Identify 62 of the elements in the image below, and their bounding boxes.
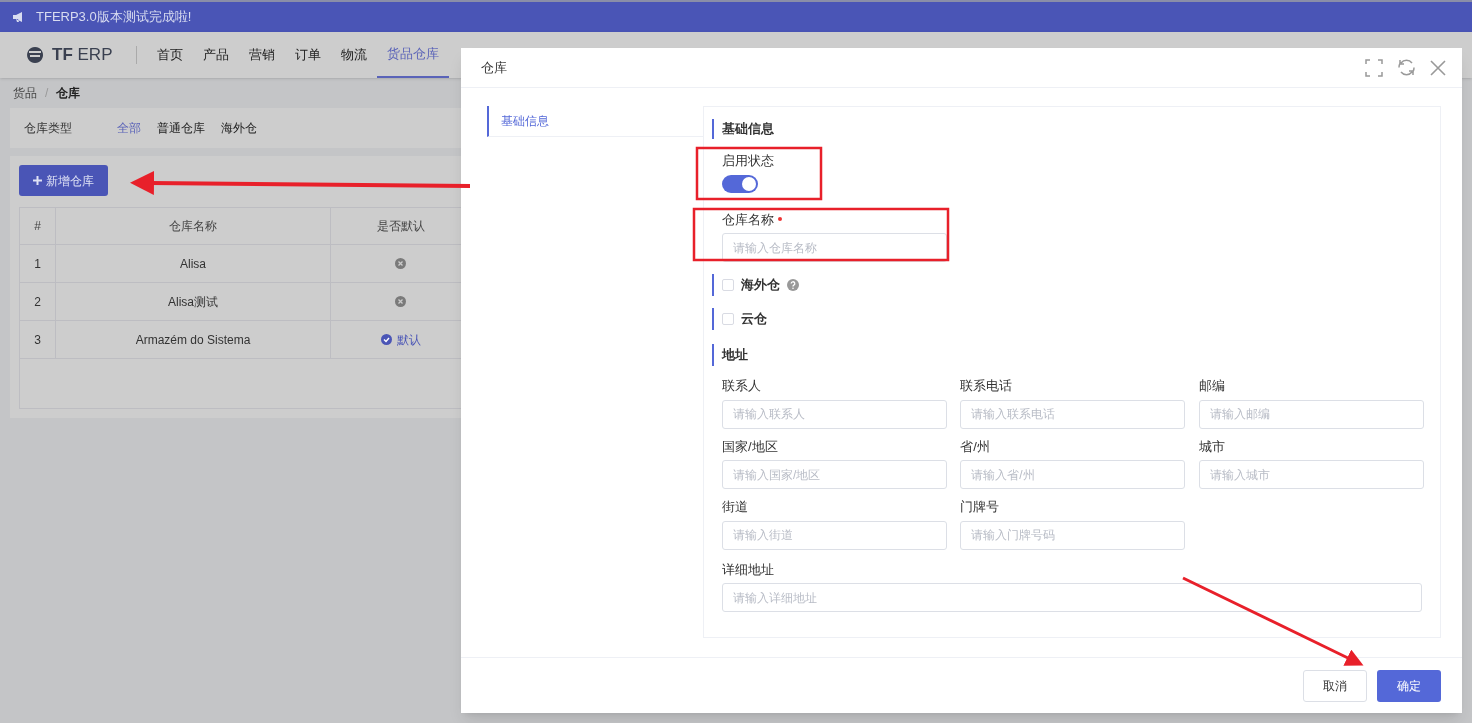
dialog-title: 仓库 [481, 58, 507, 77]
filter-option[interactable]: 普通仓库 [157, 119, 205, 137]
breadcrumb-item: 仓库 [56, 85, 81, 102]
nav-tab[interactable]: 物流 [331, 32, 378, 78]
toggle-switch[interactable] [722, 174, 758, 193]
filter-label: 仓库类型 [24, 120, 73, 137]
side-tab[interactable]: 基础信息 [487, 106, 703, 137]
text-input[interactable]: 请输入详细地址 [722, 583, 1422, 612]
nav-tab[interactable]: 货品仓库 [377, 32, 450, 78]
column-header: # [20, 208, 56, 244]
field-label: 联系人 [722, 377, 762, 395]
cancel-button[interactable]: 取消 [1303, 669, 1367, 702]
banner-text: TFERP3.0版本测试完成啦! [36, 8, 192, 27]
field-label: 详细地址 [722, 560, 775, 579]
filter-option[interactable]: 全部 [117, 119, 141, 137]
text-input[interactable]: 请输入城市 [1198, 460, 1424, 489]
field-label: 启用状态 [722, 152, 775, 170]
close-icon[interactable] [1430, 59, 1446, 76]
field-label: 邮编 [1198, 377, 1226, 395]
add-warehouse-button[interactable]: 新增仓库 [19, 165, 108, 196]
fullscreen-icon[interactable] [1365, 58, 1383, 77]
name-input[interactable]: 请输入仓库名称 [722, 233, 947, 262]
field-label: 联系电话 [960, 377, 1014, 395]
text-input[interactable]: 请输入门牌号码 [960, 520, 1186, 550]
text-input[interactable]: 请输入联系电话 [960, 399, 1186, 429]
section-title: 基础信息 [712, 119, 1424, 139]
plus-icon [33, 176, 42, 185]
table-cell: Armazém do Sistema [56, 321, 331, 358]
table-cell: Alisa测试 [56, 283, 331, 320]
nav-tab[interactable]: 订单 [285, 32, 332, 78]
filter-option[interactable]: 海外仓 [221, 119, 257, 137]
nav-tab[interactable]: 首页 [147, 32, 194, 78]
breadcrumb-separator: / [45, 85, 49, 102]
field-label: 门牌号 [960, 498, 1001, 516]
text-input[interactable]: 请输入省/州 [960, 460, 1186, 489]
table-cell: 1 [20, 245, 56, 282]
text-input[interactable]: 请输入街道 [722, 520, 947, 550]
table-cell: 2 [20, 283, 56, 320]
field-label: 省/州 [960, 437, 991, 456]
checkbox[interactable] [722, 279, 734, 291]
column-header: 仓库名称 [56, 208, 331, 244]
table-cell: Alisa [56, 245, 331, 282]
nav-tab[interactable]: 产品 [193, 32, 240, 78]
text-input[interactable]: 请输入邮编 [1198, 399, 1424, 429]
text-input[interactable]: 请输入国家/地区 [722, 460, 947, 489]
default-label: 默认 [396, 331, 421, 349]
checkbox-label: 云仓 [741, 310, 767, 329]
logo-text: TF ERP [52, 44, 113, 67]
checkbox[interactable] [722, 313, 734, 325]
checkbox-label: 海外仓 [741, 276, 780, 295]
nav-tab[interactable]: 营销 [239, 32, 286, 78]
section-title: 地址 [712, 344, 1424, 366]
field-label: 国家/地区 [722, 437, 779, 456]
field-label: 城市 [1198, 437, 1226, 456]
field-label: 街道 [722, 498, 749, 516]
field-label: 仓库名称 [722, 210, 774, 229]
confirm-button[interactable]: 确定 [1377, 669, 1441, 702]
text-input[interactable]: 请输入联系人 [722, 399, 947, 429]
refresh-icon[interactable] [1397, 58, 1416, 77]
breadcrumb-item[interactable]: 货品 [13, 84, 37, 102]
table-cell: 3 [20, 321, 56, 358]
logo-icon [25, 46, 45, 64]
